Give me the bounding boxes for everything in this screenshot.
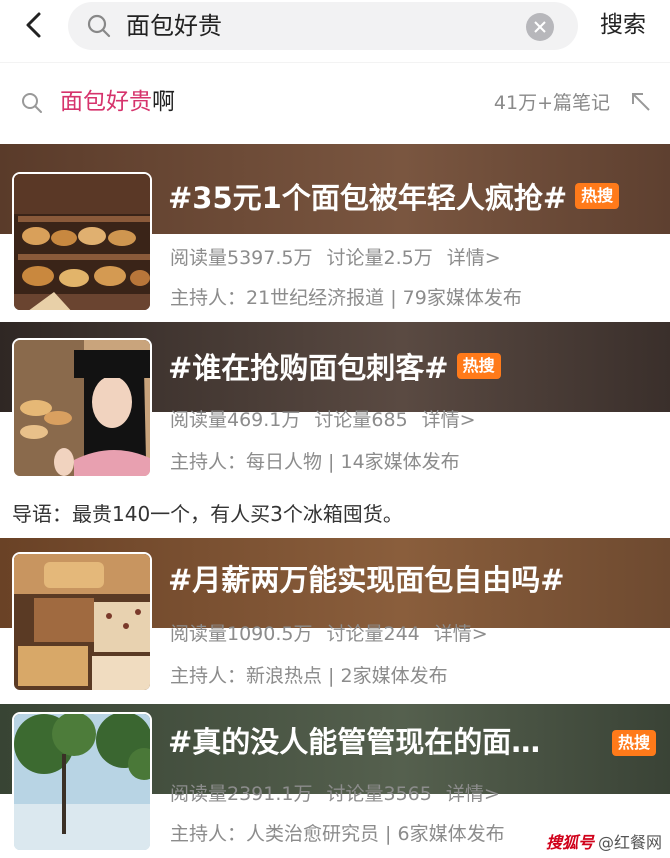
suggestion-rest: 啊 xyxy=(152,89,175,115)
search-icon xyxy=(20,91,44,115)
topic-title-text: #谁在抢购面包刺客# xyxy=(168,351,449,385)
topic-title-text: #35元1个面包被年轻人疯抢# xyxy=(168,181,568,215)
topic-image-trees-sky xyxy=(12,712,152,852)
topic-card[interactable]: #35元1个面包被年轻人疯抢# 热搜 阅读量5397.5万 讨论量2.5万 详情> 主… xyxy=(0,144,670,322)
guide-text: 导语：最贵140一个，有人买3个冰箱囤货。 xyxy=(12,502,403,526)
search-query[interactable]: 面包好贵 xyxy=(126,10,222,42)
details-link[interactable]: 详情> xyxy=(422,409,476,431)
topic-stats: 阅读量1090.5万 讨论量244 详情> xyxy=(170,620,502,648)
topic-stats: 阅读量469.1万 讨论量685 详情> xyxy=(170,406,490,434)
topic-host: 主持人：人类治愈研究员 | 6家媒体发布 xyxy=(170,823,505,845)
topic-host: 主持人：21世纪经济报道 | 79家媒体发布 xyxy=(170,287,522,309)
fill-query-arrow-icon[interactable] xyxy=(630,91,652,113)
topic-stats: 阅读量2391.1万 讨论量3565 详情> xyxy=(170,780,514,808)
topic-image-bread-loaves xyxy=(12,552,152,692)
topic-host: 主持人：新浪热点 | 2家媒体发布 xyxy=(170,665,448,687)
discussion-count: 讨论量244 xyxy=(326,623,420,645)
watermark: 搜狐号 @红餐网 xyxy=(546,832,662,854)
clear-icon[interactable] xyxy=(526,13,554,41)
hot-badge: 热搜 xyxy=(612,730,657,756)
read-count: 阅读量1090.5万 xyxy=(170,623,313,645)
topic-title-text: #月薪两万能实现面包自由吗# xyxy=(168,563,565,597)
hot-badge: 热搜 xyxy=(456,353,501,379)
discussion-count: 讨论量3565 xyxy=(326,783,432,805)
discussion-count: 讨论量2.5万 xyxy=(326,247,433,269)
note-count: 41万+篇笔记 xyxy=(493,92,610,114)
watermark-logo: 搜狐号 xyxy=(545,833,594,852)
details-link[interactable]: 详情> xyxy=(446,783,500,805)
read-count: 阅读量2391.1万 xyxy=(170,783,313,805)
hot-badge: 热搜 xyxy=(575,183,620,209)
details-link[interactable]: 详情> xyxy=(447,247,501,269)
top-bar: 面包好贵 搜索 xyxy=(0,0,670,62)
topic-title[interactable]: #真的没人能管管现在的面… 热搜 xyxy=(168,722,657,762)
topic-stats: 阅读量5397.5万 讨论量2.5万 详情> xyxy=(170,244,515,272)
read-count: 阅读量5397.5万 xyxy=(170,247,313,269)
read-count: 阅读量469.1万 xyxy=(170,409,301,431)
suggestion-keyword: 面包好贵啊 xyxy=(60,85,175,119)
search-input[interactable]: 面包好贵 xyxy=(68,2,578,50)
topic-card[interactable]: #谁在抢购面包刺客# 热搜 阅读量469.1万 讨论量685 详情> 主持人：每日人物… xyxy=(0,322,670,498)
topic-title[interactable]: #月薪两万能实现面包自由吗# xyxy=(168,560,565,600)
topic-title-text: #真的没人能管管现在的面… xyxy=(168,725,541,759)
suggestion-highlight: 面包好贵 xyxy=(60,89,152,115)
search-suggestion[interactable]: 面包好贵啊 41万+篇笔记 xyxy=(0,62,670,144)
topic-image-bakery-shelf xyxy=(12,172,152,312)
watermark-text: @红餐网 xyxy=(597,833,662,852)
topic-host: 主持人：每日人物 | 14家媒体发布 xyxy=(170,451,460,473)
topic-card[interactable]: #月薪两万能实现面包自由吗# 阅读量1090.5万 讨论量244 详情> 主持人：新… xyxy=(0,538,670,704)
topic-title[interactable]: #35元1个面包被年轻人疯抢# 热搜 xyxy=(168,178,620,218)
topic-title[interactable]: #谁在抢购面包刺客# 热搜 xyxy=(168,348,501,388)
details-link[interactable]: 详情> xyxy=(434,623,488,645)
topic-image-girl-bakery xyxy=(12,338,152,478)
search-icon xyxy=(86,13,112,39)
discussion-count: 讨论量685 xyxy=(314,409,408,431)
back-icon[interactable] xyxy=(20,10,50,40)
search-button[interactable]: 搜索 xyxy=(600,9,646,41)
